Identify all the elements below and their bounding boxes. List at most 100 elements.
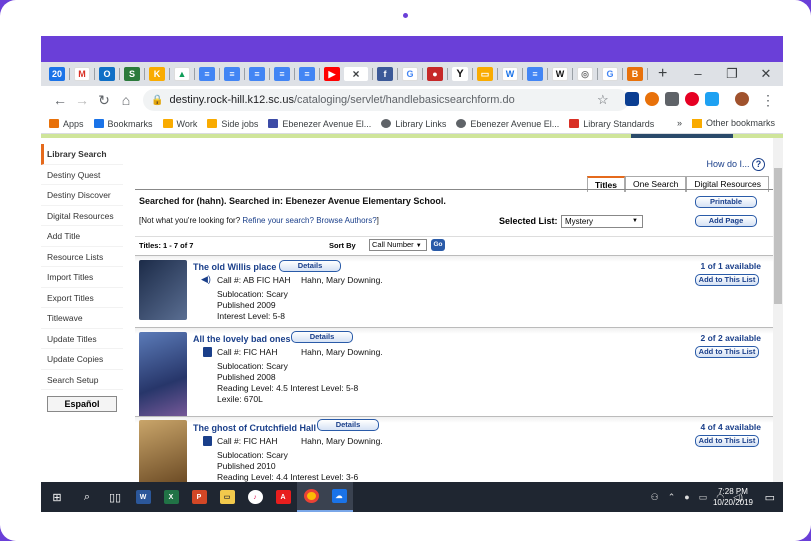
details-button[interactable]: Details	[317, 419, 379, 431]
back-arrow-icon[interactable]: ←	[49, 92, 71, 108]
extension-icon[interactable]	[705, 92, 719, 106]
new-tab-button[interactable]: +	[658, 65, 667, 83]
book-cover-image[interactable]	[139, 420, 187, 484]
extension-icon[interactable]	[625, 92, 639, 106]
restore-button[interactable]: ❐	[715, 62, 749, 86]
excel-app-icon[interactable]: X	[157, 482, 185, 512]
notification-icon[interactable]: ▭	[765, 491, 775, 504]
file-explorer-icon[interactable]: ▭	[213, 482, 241, 512]
keep-icon[interactable]: K	[149, 67, 165, 81]
scrollbar-thumb[interactable]	[774, 168, 782, 304]
sort-by-select[interactable]: Call Number ▼	[369, 239, 427, 251]
gmail-icon[interactable]: M	[74, 67, 90, 81]
google-icon[interactable]: G	[602, 67, 618, 81]
more-bookmarks-button[interactable]: »	[677, 118, 682, 128]
browse-authors-link[interactable]: Browse Authors?	[316, 216, 376, 225]
add-to-list-button[interactable]: Add to This List	[695, 274, 759, 286]
docs-icon[interactable]: ≡	[199, 67, 215, 81]
sidebar-item-update-titles[interactable]: Update Titles	[41, 329, 123, 349]
drive-icon[interactable]: ▲	[174, 67, 190, 81]
result-title[interactable]: All the lovely bad ones	[193, 334, 291, 344]
sidebar-item-digital-resources[interactable]: Digital Resources	[41, 206, 123, 226]
sidebar-item-export-titles[interactable]: Export Titles	[41, 288, 123, 308]
cloud-app-icon[interactable]: ☁	[325, 482, 353, 512]
chrome-app-icon[interactable]	[297, 482, 325, 512]
sidebar-item-import-titles[interactable]: Import Titles	[41, 267, 123, 288]
printable-button[interactable]: Printable	[695, 196, 757, 208]
sidebar-item-resource-lists[interactable]: Resource Lists	[41, 247, 123, 267]
close-window-button[interactable]: ✕	[749, 62, 783, 86]
bookmark-item[interactable]: Apps	[49, 119, 84, 129]
sheet-icon[interactable]: S	[124, 67, 140, 81]
facebook-icon[interactable]: f	[377, 67, 393, 81]
selected-list-select[interactable]: Mystery ▼	[561, 215, 643, 228]
sidebar-item-search-setup[interactable]: Search Setup	[41, 370, 123, 390]
docs-icon[interactable]: ≡	[527, 67, 543, 81]
minimize-button[interactable]: –	[681, 62, 715, 86]
home-icon[interactable]: ⌂	[115, 92, 137, 108]
bookmark-item[interactable]: Side jobs	[207, 119, 258, 129]
add-page-button[interactable]: Add Page	[695, 215, 757, 227]
word-icon[interactable]: W	[502, 67, 518, 81]
sidebar-item-update-copies[interactable]: Update Copies	[41, 349, 123, 370]
result-title[interactable]: The ghost of Crutchfield Hall	[193, 423, 316, 433]
how-do-i-link[interactable]: How do I... ?	[706, 158, 765, 171]
bookmark-star-icon[interactable]: ☆	[597, 92, 609, 108]
avatar[interactable]	[735, 92, 749, 106]
battery-icon[interactable]: ▭	[699, 492, 708, 503]
add-to-list-button[interactable]: Add to This List	[695, 435, 759, 447]
bookmark-item[interactable]: Work	[162, 119, 197, 129]
book-cover-image[interactable]	[139, 332, 187, 418]
sidebar-item-titlewave[interactable]: Titlewave	[41, 308, 123, 329]
docs-icon[interactable]: ≡	[224, 67, 240, 81]
slides-icon[interactable]: ▭	[477, 67, 493, 81]
sidebar-item-add-title[interactable]: Add Title	[41, 226, 123, 247]
other-bookmarks-link[interactable]: Other bookmarks	[706, 118, 775, 128]
result-title[interactable]: The old Willis place	[193, 262, 276, 272]
blogger-icon[interactable]: B	[627, 67, 643, 81]
bookmark-item[interactable]: Ebenezer Avenue El...	[268, 119, 371, 129]
calendar-icon[interactable]: 20	[49, 67, 65, 81]
go-button[interactable]: Go	[431, 239, 445, 251]
extension-icon[interactable]	[645, 92, 659, 106]
book-cover-image[interactable]	[139, 260, 187, 320]
chevron-up-icon[interactable]: ⌃	[668, 492, 676, 503]
powerpoint-app-icon[interactable]: P	[185, 482, 213, 512]
docs-icon[interactable]: ≡	[274, 67, 290, 81]
details-button[interactable]: Details	[291, 331, 353, 343]
reload-icon[interactable]: ↻	[93, 92, 115, 109]
outlook-icon[interactable]: O	[99, 67, 115, 81]
wikipedia-icon[interactable]: W	[552, 67, 568, 81]
add-to-list-button[interactable]: Add to This List	[695, 346, 759, 358]
acrobat-icon[interactable]: A	[269, 482, 297, 512]
taskbar-clock[interactable]: 7:28 PM 10/20/2019	[713, 486, 753, 508]
apple-icon[interactable]: ●	[427, 67, 443, 81]
yammer-icon[interactable]: Y	[452, 67, 468, 81]
menu-kebab-icon[interactable]: ⋮	[757, 92, 779, 109]
extension-icon[interactable]	[665, 92, 679, 106]
details-button[interactable]: Details	[279, 260, 341, 272]
task-view-icon[interactable]: ▯▯	[101, 482, 129, 512]
bookmark-item[interactable]: Library Links	[381, 119, 446, 129]
tab-close-icon[interactable]: ×	[344, 67, 368, 81]
bookmark-item[interactable]: Bookmarks	[93, 119, 153, 129]
people-icon[interactable]: ⚇	[651, 492, 659, 503]
docs-icon[interactable]: ≡	[249, 67, 265, 81]
windows-start-icon[interactable]: ⊞	[41, 482, 73, 512]
espanol-button[interactable]: Español	[47, 396, 117, 412]
bookmark-item[interactable]: Ebenezer Avenue El...	[456, 119, 559, 129]
pinterest-icon[interactable]	[685, 92, 699, 106]
forward-arrow-icon[interactable]: →	[71, 92, 93, 108]
globe-icon[interactable]: ◎	[577, 67, 593, 81]
itunes-icon[interactable]: ♪	[241, 482, 269, 512]
bookmark-item[interactable]: Library Standards	[569, 119, 654, 129]
refine-search-link[interactable]: Refine your search?	[242, 216, 314, 225]
sidebar-item-destiny-discover[interactable]: Destiny Discover	[41, 185, 123, 206]
search-icon[interactable]: ⌕	[73, 482, 101, 512]
youtube-icon[interactable]: ▶	[324, 67, 340, 81]
onedrive-icon[interactable]: ●	[684, 492, 689, 502]
sidebar-item-destiny-quest[interactable]: Destiny Quest	[41, 165, 123, 185]
word-app-icon[interactable]: W	[129, 482, 157, 512]
google-icon[interactable]: G	[402, 67, 418, 81]
sidebar-item-library-search[interactable]: Library Search	[41, 144, 123, 165]
